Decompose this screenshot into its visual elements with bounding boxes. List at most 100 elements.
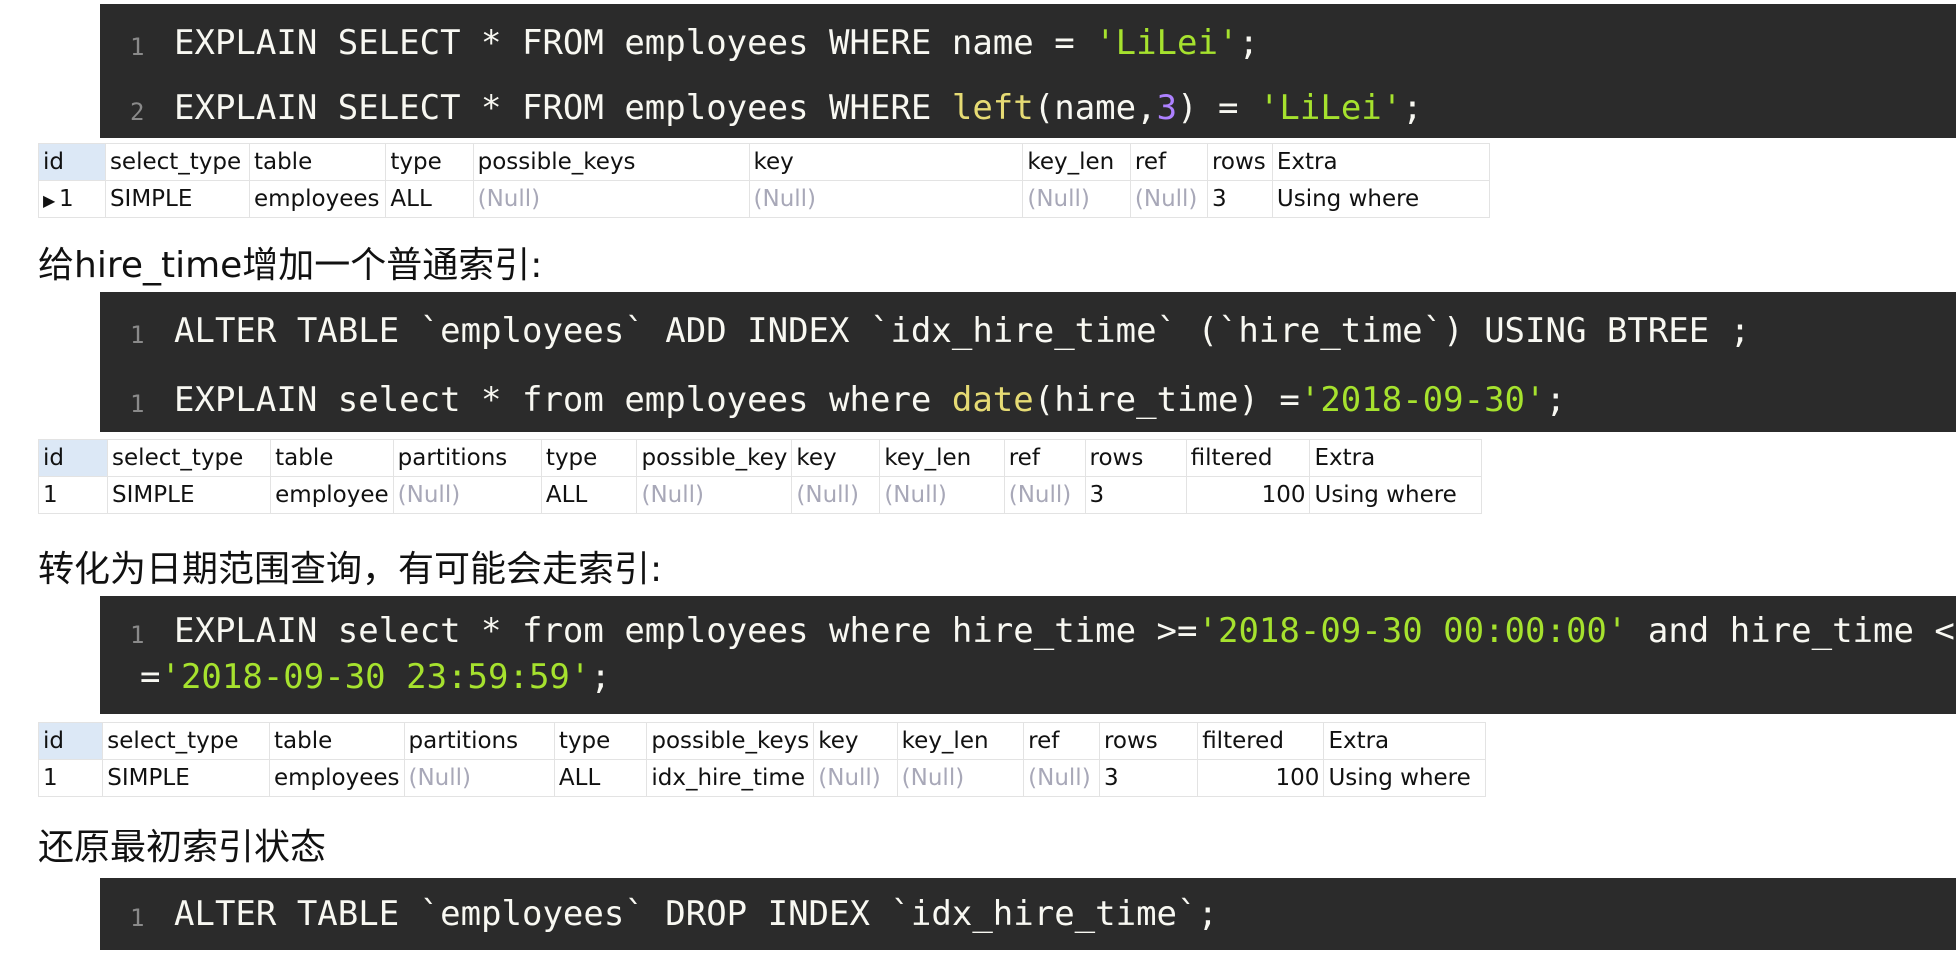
table-cell: (Null) [813, 759, 898, 797]
column-header: possible_keys [646, 722, 815, 760]
table-cell: (Null) [879, 476, 1005, 514]
code-line: 1 ALTER TABLE `employees` DROP INDEX `id… [100, 891, 1956, 937]
table-cell: (Null) [1022, 180, 1131, 218]
column-header: ref [1023, 722, 1100, 760]
code-line: 2 EXPLAIN SELECT * FROM employees WHERE … [100, 85, 1956, 131]
column-header: filtered [1185, 439, 1311, 477]
column-header: select_type [104, 143, 250, 181]
column-header: key_len [879, 439, 1005, 477]
code-text: EXPLAIN SELECT * FROM employees WHERE le… [174, 88, 1423, 128]
table-header-row: id select_type table partitions type pos… [37, 439, 1482, 477]
column-header: select_type [107, 439, 272, 477]
table-row[interactable]: ▶ 1 SIMPLE employees ALL (Null) (Null) (N… [38, 180, 1491, 218]
table-cell: SIMPLE [104, 180, 250, 218]
table-cell: ALL [553, 759, 648, 797]
table-header-row: id select_type table type possible_keys … [38, 143, 1491, 181]
current-row-icon: ▶ [43, 191, 56, 210]
column-header: ref [1003, 439, 1086, 477]
column-header: id [37, 722, 104, 760]
table-cell: 1 [37, 476, 109, 514]
column-header: id [37, 439, 109, 477]
table-cell: employees [248, 180, 387, 218]
code-line: 1 EXPLAIN SELECT * FROM employees WHERE … [100, 20, 1956, 66]
table-cell: (Null) [1003, 476, 1086, 514]
code-text: EXPLAIN select * from employees where hi… [174, 611, 1955, 651]
table-row[interactable]: 1 SIMPLE employee (Null) ALL (Null) (Nul… [37, 476, 1482, 514]
code-text: ALTER TABLE `employees` DROP INDEX `idx_… [174, 894, 1218, 934]
table-cell: SIMPLE [102, 759, 270, 797]
explain-result-table-3: id select_type table partitions type pos… [37, 722, 1486, 797]
table-row[interactable]: 1 SIMPLE employees (Null) ALL idx_hire_t… [37, 759, 1486, 797]
table-cell: (Null) [403, 759, 555, 797]
line-number: 1 [130, 33, 145, 61]
code-line: 1 EXPLAIN select * from employees where … [100, 608, 1956, 654]
line-number: 1 [130, 621, 145, 649]
table-cell: 3 [1098, 759, 1199, 797]
column-header: type [385, 143, 474, 181]
table-cell: (Null) [1129, 180, 1208, 218]
column-header: possible_keys [472, 143, 750, 181]
explain-result-table-2: id select_type table partitions type pos… [37, 439, 1482, 514]
table-cell: (Null) [791, 476, 881, 514]
column-header: key_len [1022, 143, 1131, 181]
column-header: key [791, 439, 881, 477]
line-number: 1 [130, 390, 145, 418]
caption-restore-index: 还原最初索引状态 [38, 827, 327, 868]
column-header: table [248, 143, 387, 181]
code-line: 1 EXPLAIN select * from employees where … [100, 377, 1956, 423]
column-header: Extra [1323, 722, 1486, 760]
column-header: id [38, 143, 106, 181]
column-header: type [540, 439, 638, 477]
table-cell: Using where [1309, 476, 1482, 514]
table-cell: (Null) [472, 180, 750, 218]
explain-result-table-1: id select_type table type possible_keys … [38, 143, 1491, 218]
column-header: Extra [1271, 143, 1491, 181]
table-cell: Using where [1323, 759, 1486, 797]
table-cell: ALL [540, 476, 638, 514]
table-header-row: id select_type table partitions type pos… [37, 722, 1486, 760]
column-header: partitions [403, 722, 555, 760]
table-cell: Using where [1271, 180, 1491, 218]
code-text: EXPLAIN select * from employees where da… [174, 380, 1566, 420]
table-cell: ▶ 1 [38, 180, 106, 218]
table-cell: SIMPLE [107, 476, 272, 514]
column-header: table [268, 722, 405, 760]
column-header: rows [1098, 722, 1199, 760]
table-cell: ALL [385, 180, 474, 218]
caption-add-index: 给hire_time增加一个普通索引: [38, 245, 543, 286]
table-cell: employee [270, 476, 394, 514]
column-header: type [553, 722, 648, 760]
column-header: Extra [1309, 439, 1482, 477]
table-cell: (Null) [748, 180, 1024, 218]
code-text: EXPLAIN SELECT * FROM employees WHERE na… [174, 23, 1259, 63]
column-header: key_len [896, 722, 1025, 760]
code-block-range-query: 1 EXPLAIN select * from employees where … [100, 596, 1956, 714]
table-cell: 3 [1206, 180, 1273, 218]
column-header: partitions [392, 439, 542, 477]
column-header: select_type [102, 722, 270, 760]
table-cell: (Null) [392, 476, 542, 514]
code-line: 1 ALTER TABLE `employees` ADD INDEX `idx… [100, 308, 1956, 354]
column-header: rows [1084, 439, 1187, 477]
code-block-add-index: 1 ALTER TABLE `employees` ADD INDEX `idx… [100, 292, 1956, 432]
table-cell: (Null) [896, 759, 1025, 797]
column-header: table [270, 439, 394, 477]
code-text: ='2018-09-30 23:59:59'; [140, 657, 611, 697]
code-text: ALTER TABLE `employees` ADD INDEX `idx_h… [174, 311, 1751, 351]
column-header: filtered [1197, 722, 1325, 760]
column-header: possible_key [636, 439, 793, 477]
table-cell: 100 [1197, 759, 1325, 797]
table-cell: (Null) [1023, 759, 1100, 797]
caption-date-range: 转化为日期范围查询，有可能会走索引: [38, 549, 663, 590]
code-block-drop-index: 1 ALTER TABLE `employees` DROP INDEX `id… [100, 878, 1956, 950]
column-header: key [813, 722, 898, 760]
code-block-explain-name: 1 EXPLAIN SELECT * FROM employees WHERE … [100, 4, 1956, 138]
table-cell: 3 [1084, 476, 1187, 514]
table-cell: idx_hire_time [646, 759, 815, 797]
table-cell: employees [268, 759, 405, 797]
line-number: 1 [130, 321, 145, 349]
code-line: ='2018-09-30 23:59:59'; [100, 654, 1956, 700]
column-header: key [748, 143, 1024, 181]
line-number: 2 [130, 98, 145, 126]
line-number: 1 [130, 904, 145, 932]
